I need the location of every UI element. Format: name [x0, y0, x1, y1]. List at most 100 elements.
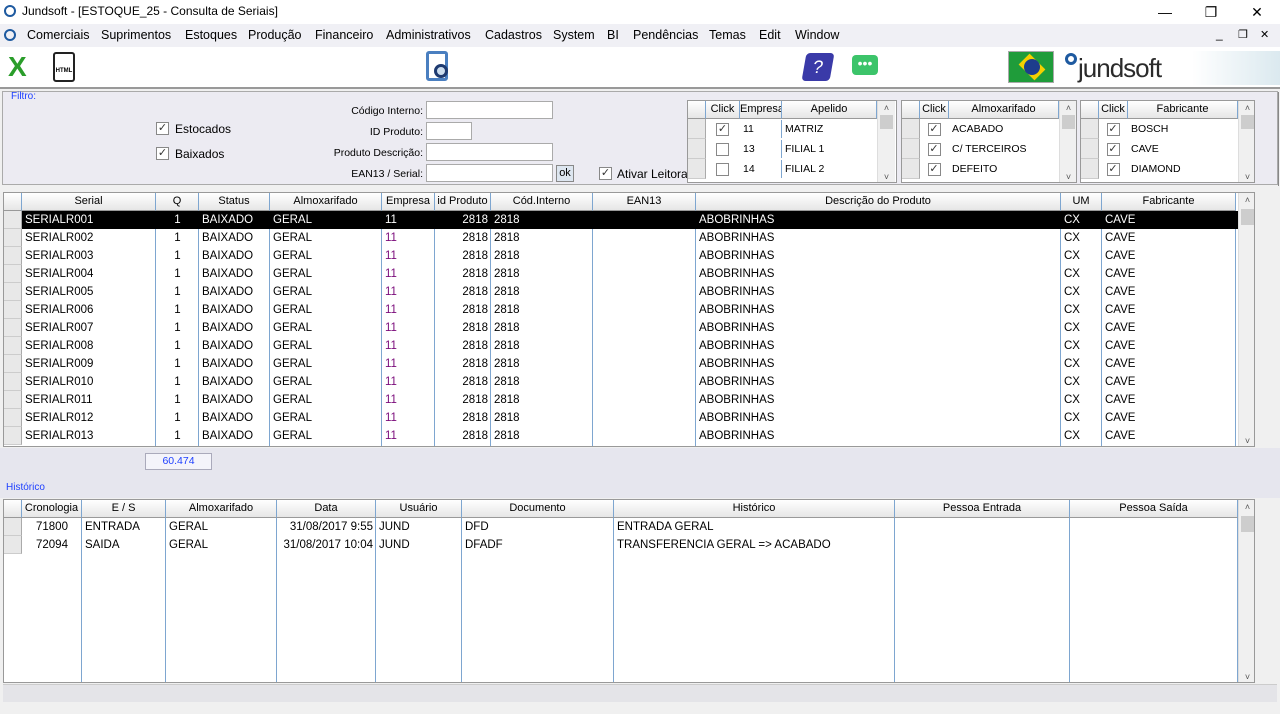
column-header-status[interactable]: Status [199, 193, 270, 211]
row-checkbox[interactable]: ✓ [927, 123, 941, 136]
menu-producao[interactable]: Produção [248, 28, 302, 42]
row-header[interactable] [902, 159, 920, 179]
produto-descricao-input[interactable] [426, 143, 553, 161]
historico-scrollbar[interactable]: ˄ ˅ [1238, 500, 1254, 682]
serial-row[interactable]: SERIALR010 1 BAIXADO GERAL 11 2818 2818 ABOBRIN… [4, 373, 1238, 391]
menu-administrativos[interactable]: Administrativos [386, 28, 471, 42]
menu-suprimentos[interactable]: Suprimentos [101, 28, 171, 42]
column-header-descricao-produto[interactable]: Descrição do Produto [696, 193, 1061, 211]
ativar-leitora-checkbox[interactable]: ✓ [599, 167, 612, 180]
column-header-entrada-saida[interactable]: E / S [82, 500, 166, 518]
row-header[interactable] [902, 119, 920, 139]
html-export-icon[interactable]: HTML [53, 52, 75, 82]
row-checkbox[interactable] [716, 143, 729, 156]
row-header[interactable] [4, 337, 22, 355]
codigo-interno-input[interactable] [426, 101, 553, 119]
row-header[interactable] [4, 229, 22, 247]
excel-icon[interactable]: X [8, 53, 36, 81]
serial-row[interactable]: SERIALR013 1 BAIXADO GERAL 11 2818 2818 ABOBRIN… [4, 427, 1238, 445]
restore-button[interactable]: ❐ [1188, 0, 1234, 24]
row-header[interactable] [4, 518, 22, 536]
menu-edit[interactable]: Edit [759, 28, 781, 42]
chat-icon[interactable]: ••• [852, 55, 878, 75]
row-header[interactable] [4, 391, 22, 409]
row-header[interactable] [688, 139, 706, 159]
row-header[interactable] [1081, 139, 1099, 159]
row-checkbox[interactable]: ✓ [927, 163, 941, 176]
column-header-um[interactable]: UM [1061, 193, 1102, 211]
seriais-scrollbar[interactable]: ˄ ˅ [1238, 193, 1254, 446]
serial-row[interactable]: SERIALR005 1 BAIXADO GERAL 11 2818 2818 ABOBRIN… [4, 283, 1238, 301]
ean13-serial-input[interactable] [426, 164, 553, 182]
menu-cadastros[interactable]: Cadastros [485, 28, 542, 42]
baixados-checkbox[interactable]: ✓ [156, 147, 169, 160]
column-header-q[interactable]: Q [156, 193, 199, 211]
serial-row[interactable]: SERIALR001 1 BAIXADO GERAL 11 2818 2818 ABOBRIN… [4, 211, 1238, 229]
column-header-empresa[interactable]: Empresa [382, 193, 435, 211]
estocados-checkbox[interactable]: ✓ [156, 122, 169, 135]
column-header-fabricante[interactable]: Fabricante [1128, 101, 1238, 119]
menu-window[interactable]: Window [795, 28, 839, 42]
column-header-documento[interactable]: Documento [462, 500, 614, 518]
historico-row[interactable]: 71800 ENTRADA GERAL 31/08/2017 9:55 JUND DFD E… [4, 518, 1238, 536]
menu-estoques[interactable]: Estoques [185, 28, 237, 42]
serial-row[interactable]: SERIALR009 1 BAIXADO GERAL 11 2818 2818 ABOBRIN… [4, 355, 1238, 373]
mdi-restore-button[interactable]: ❐ [1238, 28, 1248, 41]
menu-pendencias[interactable]: Pendências [633, 28, 698, 42]
column-header-ean13[interactable]: EAN13 [593, 193, 696, 211]
menu-system[interactable]: System [553, 28, 595, 42]
column-header-almoxarifado[interactable]: Almoxarifado [949, 101, 1059, 119]
row-header[interactable] [4, 283, 22, 301]
mdi-close-button[interactable]: ✕ [1260, 28, 1269, 41]
row-header[interactable] [4, 409, 22, 427]
column-header-fabricante[interactable]: Fabricante [1102, 193, 1236, 211]
document-search-icon[interactable] [426, 51, 448, 81]
row-header[interactable] [4, 211, 22, 229]
menu-temas[interactable]: Temas [709, 28, 746, 42]
brazil-flag-icon[interactable] [1008, 51, 1054, 83]
serial-row[interactable]: SERIALR002 1 BAIXADO GERAL 11 2818 2818 ABOBRIN… [4, 229, 1238, 247]
row-header[interactable] [4, 355, 22, 373]
column-header-pessoa-saida[interactable]: Pessoa Saída [1070, 500, 1238, 518]
serial-row[interactable]: SERIALR008 1 BAIXADO GERAL 11 2818 2818 ABOBRIN… [4, 337, 1238, 355]
row-checkbox[interactable]: ✓ [1106, 163, 1120, 176]
row-header[interactable] [4, 427, 22, 445]
close-button[interactable]: ✕ [1234, 0, 1280, 24]
column-header-apelido[interactable]: Apelido [782, 101, 877, 119]
mdi-app-icon[interactable] [4, 29, 16, 41]
minimize-button[interactable]: — [1142, 0, 1188, 24]
help-book-icon[interactable]: ? [801, 53, 835, 81]
column-header-almoxarifado[interactable]: Almoxarifado [270, 193, 382, 211]
row-checkbox[interactable]: ✓ [927, 143, 941, 156]
column-header-cronologia[interactable]: Cronologia [22, 500, 82, 518]
serial-row[interactable]: SERIALR012 1 BAIXADO GERAL 11 2818 2818 ABOBRIN… [4, 409, 1238, 427]
row-header[interactable] [688, 159, 706, 179]
row-header[interactable] [1081, 119, 1099, 139]
column-header-almoxarifado[interactable]: Almoxarifado [166, 500, 277, 518]
serial-row[interactable]: SERIALR007 1 BAIXADO GERAL 11 2818 2818 ABOBRIN… [4, 319, 1238, 337]
row-checkbox[interactable]: ✓ [1106, 143, 1120, 156]
menu-bi[interactable]: BI [607, 28, 619, 42]
historico-row[interactable]: 72094 SAIDA GERAL 31/08/2017 10:04 JUND DFADF… [4, 536, 1238, 554]
row-header[interactable] [902, 139, 920, 159]
column-header-empresa[interactable]: Empresa [740, 101, 782, 119]
serial-row[interactable]: SERIALR011 1 BAIXADO GERAL 11 2818 2818 ABOBRIN… [4, 391, 1238, 409]
column-header-cod-interno[interactable]: Cód.Interno [491, 193, 593, 211]
menu-financeiro[interactable]: Financeiro [315, 28, 373, 42]
serial-row[interactable]: SERIALR006 1 BAIXADO GERAL 11 2818 2818 ABOBRIN… [4, 301, 1238, 319]
serial-row[interactable]: SERIALR004 1 BAIXADO GERAL 11 2818 2818 ABOBRIN… [4, 265, 1238, 283]
column-header-usuario[interactable]: Usuário [376, 500, 462, 518]
row-checkbox[interactable] [716, 163, 729, 176]
row-header[interactable] [1081, 159, 1099, 179]
row-checkbox[interactable]: ✓ [1106, 123, 1120, 136]
row-header[interactable] [4, 536, 22, 554]
row-header[interactable] [4, 265, 22, 283]
column-header-click[interactable]: Click [920, 101, 949, 119]
empresas-scrollbar[interactable]: ˄ ˅ [877, 101, 895, 182]
row-header[interactable] [4, 319, 22, 337]
column-header-pessoa-entrada[interactable]: Pessoa Entrada [895, 500, 1070, 518]
column-header-serial[interactable]: Serial [22, 193, 156, 211]
row-header[interactable] [4, 373, 22, 391]
column-header-data[interactable]: Data [277, 500, 376, 518]
row-header[interactable] [688, 119, 706, 139]
